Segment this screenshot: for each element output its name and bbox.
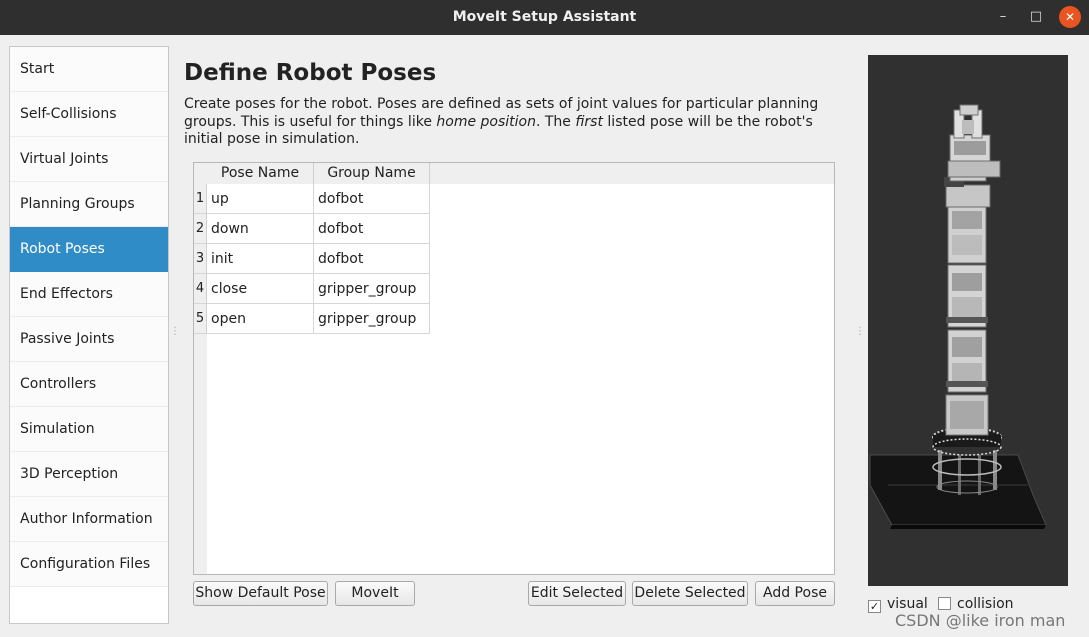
delete-selected-button[interactable]: Delete Selected — [632, 581, 748, 606]
sidebar-item-3d-perception[interactable]: 3D Perception — [10, 452, 168, 497]
sidebar-item-start[interactable]: Start — [10, 47, 168, 92]
window-title: MoveIt Setup Assistant — [452, 9, 637, 25]
add-pose-button[interactable]: Add Pose — [755, 581, 835, 606]
title-bar: MoveIt Setup Assistant – □ ✕ — [0, 0, 1089, 35]
table-cell-pose-name[interactable]: init — [207, 244, 314, 274]
description-emphasis-2: first — [575, 113, 603, 130]
poses-table[interactable]: Pose Name Group Name 1 up dofbot 2 down … — [193, 162, 835, 575]
edit-selected-button[interactable]: Edit Selected — [528, 581, 626, 606]
table-cell-pose-name[interactable]: up — [207, 184, 314, 214]
show-default-pose-button[interactable]: Show Default Pose — [193, 581, 328, 606]
row-number[interactable]: 4 — [194, 274, 207, 304]
table-cell-pose-name[interactable]: down — [207, 214, 314, 244]
sidebar-item-controllers[interactable]: Controllers — [10, 362, 168, 407]
table-cell-group-name[interactable]: gripper_group — [314, 274, 430, 304]
sidebar-item-passive-joints[interactable]: Passive Joints — [10, 317, 168, 362]
close-icon[interactable]: ✕ — [1059, 6, 1081, 28]
minimize-icon[interactable]: – — [992, 6, 1014, 28]
page-title: Define Robot Poses — [184, 60, 437, 86]
robot-3d-viewer[interactable] — [868, 55, 1068, 586]
table-cell-group-name[interactable]: dofbot — [314, 244, 430, 274]
table-cell-group-name[interactable]: gripper_group — [314, 304, 430, 334]
table-cell-pose-name[interactable]: close — [207, 274, 314, 304]
collision-checkbox[interactable] — [938, 597, 951, 610]
row-number[interactable]: 5 — [194, 304, 207, 334]
visual-label: visual — [887, 596, 928, 612]
robot-model-render — [869, 104, 1047, 529]
sidebar-nav: Start Self-Collisions Virtual Joints Pla… — [9, 46, 169, 624]
row-number[interactable]: 1 — [194, 184, 207, 214]
column-header-group-name[interactable]: Group Name — [314, 163, 430, 184]
row-number[interactable]: 2 — [194, 214, 207, 244]
sidebar-item-planning-groups[interactable]: Planning Groups — [10, 182, 168, 227]
sidebar-item-author-information[interactable]: Author Information — [10, 497, 168, 542]
sidebar-item-robot-poses[interactable]: Robot Poses — [10, 227, 168, 272]
sidebar-item-simulation[interactable]: Simulation — [10, 407, 168, 452]
left-splitter-handle[interactable]: ⋮ — [170, 327, 180, 344]
row-number[interactable]: 3 — [194, 244, 207, 274]
table-cell-group-name[interactable]: dofbot — [314, 184, 430, 214]
visual-checkbox[interactable]: ✓ — [868, 600, 881, 613]
watermark-text: CSDN @like iron man — [895, 611, 1066, 630]
description-emphasis-1: home position — [436, 113, 536, 130]
table-cell-pose-name[interactable]: open — [207, 304, 314, 334]
description-text-2: . The — [535, 113, 576, 130]
column-header-pose-name[interactable]: Pose Name — [207, 163, 314, 184]
sidebar-item-end-effectors[interactable]: End Effectors — [10, 272, 168, 317]
collision-label: collision — [957, 596, 1014, 612]
sidebar-item-self-collisions[interactable]: Self-Collisions — [10, 92, 168, 137]
table-cell-group-name[interactable]: dofbot — [314, 214, 430, 244]
maximize-icon[interactable]: □ — [1025, 6, 1047, 28]
sidebar-item-virtual-joints[interactable]: Virtual Joints — [10, 137, 168, 182]
sidebar-item-configuration-files[interactable]: Configuration Files — [10, 542, 168, 587]
right-splitter-handle[interactable]: ⋮ — [855, 327, 865, 344]
moveit-button[interactable]: MoveIt — [335, 581, 415, 606]
page-description: Create poses for the robot. Poses are de… — [184, 96, 839, 149]
